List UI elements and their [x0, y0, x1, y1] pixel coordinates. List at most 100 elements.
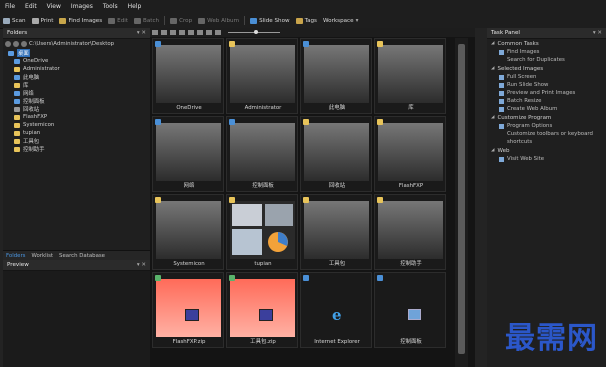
task-batch-resize[interactable]: Batch Resize [487, 97, 606, 105]
tree-item-desktop[interactable]: 桌面 [6, 49, 150, 57]
tree-item[interactable]: 此电脑 [6, 73, 150, 81]
crop-button[interactable]: Crop [167, 17, 195, 24]
menu-images[interactable]: Images [66, 3, 98, 10]
pin-icon[interactable]: ▾ ✕ [593, 30, 602, 36]
workspace-dropdown[interactable]: Workspace ▾ [320, 18, 361, 24]
tree-item[interactable]: tupian [6, 129, 150, 137]
thumbnail-item[interactable]: 此电脑 [300, 38, 372, 114]
print-button[interactable]: Print [29, 17, 57, 24]
sort-icon[interactable] [170, 30, 176, 35]
tree-item[interactable]: 回收站 [6, 105, 150, 113]
delete-icon[interactable] [215, 30, 221, 35]
zip-archive-icon [259, 309, 273, 321]
thumbnail-caption: 工具包.zip [250, 339, 276, 345]
vertical-scrollbar[interactable] [455, 38, 468, 367]
pin-icon[interactable]: ▾ ✕ [137, 262, 146, 268]
web-album-button[interactable]: Web Album [195, 17, 242, 24]
thumbnail-item[interactable]: 库 [374, 38, 446, 114]
slider-handle[interactable] [254, 30, 258, 34]
folders-panel-title: Folders [7, 30, 28, 36]
task-run-slide-show[interactable]: Run Slide Show [487, 81, 606, 89]
slide-show-button[interactable]: Slide Show [247, 17, 293, 24]
thumbnail-item[interactable]: 工具包 [300, 194, 372, 270]
tree-item[interactable]: 控制助手 [6, 145, 150, 153]
tags-button[interactable]: Tags [293, 17, 320, 24]
scrollbar-thumb[interactable] [458, 44, 465, 354]
task-search-duplicates[interactable]: Search for Duplicates [487, 56, 606, 64]
menu-file[interactable]: File [0, 3, 20, 10]
path-bar: C:\Users\Administrator\Desktop [3, 39, 150, 49]
menu-view[interactable]: View [42, 3, 66, 10]
task-panel-header: Task Panel ▾ ✕ [487, 28, 606, 39]
internet-explorer-icon: e [332, 306, 342, 324]
tree-item[interactable]: OneDrive [6, 57, 150, 65]
thumbnail-item[interactable]: OneDrive [152, 38, 224, 114]
thumbnail-caption: 库 [408, 105, 414, 111]
copy-icon[interactable] [197, 30, 203, 35]
task-preview-print[interactable]: Preview and Print Images [487, 89, 606, 97]
pin-icon[interactable]: ▾ ✕ [137, 30, 146, 36]
task-customize-toolbars[interactable]: Customize toolbars or keyboard shortcuts [487, 130, 606, 146]
tree-item[interactable]: Administrator [6, 65, 150, 73]
thumbnail-item[interactable]: tupian [226, 194, 298, 270]
task-program-options[interactable]: Program Options [487, 122, 606, 130]
forward-icon[interactable] [13, 41, 19, 47]
thumbnail-item[interactable]: FlashFXP [374, 116, 446, 192]
tree-item[interactable]: 工具包 [6, 137, 150, 145]
menu-edit[interactable]: Edit [20, 3, 42, 10]
thumbnail-item[interactable]: 控制面板 [374, 272, 446, 348]
gear-icon [499, 124, 504, 129]
thumbnail-size-slider[interactable] [228, 30, 280, 34]
thumbnail-item[interactable]: e Internet Explorer [300, 272, 372, 348]
thumbnail-item[interactable]: 工具包.zip [226, 272, 298, 348]
thumbnail-item[interactable]: 控制助手 [374, 194, 446, 270]
section-selected-images[interactable]: ◢ Selected Images [487, 64, 606, 73]
thumbnail-item[interactable]: 回收站 [300, 116, 372, 192]
thumbnail-item[interactable]: Systemicon [152, 194, 224, 270]
up-icon[interactable] [21, 41, 27, 47]
view-mode-icon[interactable] [152, 30, 158, 35]
section-customize-program[interactable]: ◢ Customize Program [487, 113, 606, 122]
thumbnail-image [378, 279, 443, 337]
thumbnail-image [156, 123, 221, 181]
task-create-web-album[interactable]: Create Web Album [487, 105, 606, 113]
tree-item[interactable]: FlashFXP [6, 113, 150, 121]
tab-search-database[interactable]: Search Database [56, 253, 108, 259]
scan-button[interactable]: Scan [0, 17, 29, 24]
edit-button[interactable]: Edit [105, 17, 131, 24]
thumbnail-item[interactable]: 控制面板 [226, 116, 298, 192]
tree-item[interactable]: 库 [6, 81, 150, 89]
browser-toolbar [150, 28, 475, 37]
task-full-screen[interactable]: Full Screen [487, 73, 606, 81]
menu-tools[interactable]: Tools [98, 3, 123, 10]
tag-icon [295, 17, 303, 24]
section-common-tasks[interactable]: ◢ Common Tasks [487, 39, 606, 48]
details-view-icon[interactable] [161, 30, 167, 35]
thumbnail-item[interactable]: 网络 [152, 116, 224, 192]
resize-icon [499, 99, 504, 104]
paste-icon[interactable] [206, 30, 212, 35]
batch-button[interactable]: Batch [131, 17, 162, 24]
tree-item[interactable]: 网络 [6, 89, 150, 97]
tab-worklist[interactable]: Worklist [28, 253, 56, 259]
folder-icon [14, 114, 20, 120]
tree-item[interactable]: Systemicon [6, 121, 150, 129]
thumbnail-image [230, 45, 295, 103]
splitter[interactable] [475, 28, 487, 367]
filter-icon[interactable] [179, 30, 185, 35]
thumbnail-caption: 网络 [183, 183, 195, 189]
find-images-button[interactable]: Find Images [56, 17, 105, 24]
thumbnail-item[interactable]: FlashFXP.zip [152, 272, 224, 348]
tree-item[interactable]: 控制面板 [6, 97, 150, 105]
section-web[interactable]: ◢ Web [487, 146, 606, 155]
current-path[interactable]: C:\Users\Administrator\Desktop [29, 41, 114, 47]
duplicates-icon [499, 58, 504, 63]
collapse-icon: ◢ [491, 41, 495, 46]
task-find-images[interactable]: Find Images [487, 48, 606, 56]
back-icon[interactable] [5, 41, 11, 47]
cut-icon[interactable] [188, 30, 194, 35]
menu-help[interactable]: Help [123, 3, 147, 10]
tab-folders[interactable]: Folders [3, 253, 28, 259]
task-visit-web-site[interactable]: Visit Web Site [487, 155, 606, 163]
thumbnail-item[interactable]: Administrator [226, 38, 298, 114]
